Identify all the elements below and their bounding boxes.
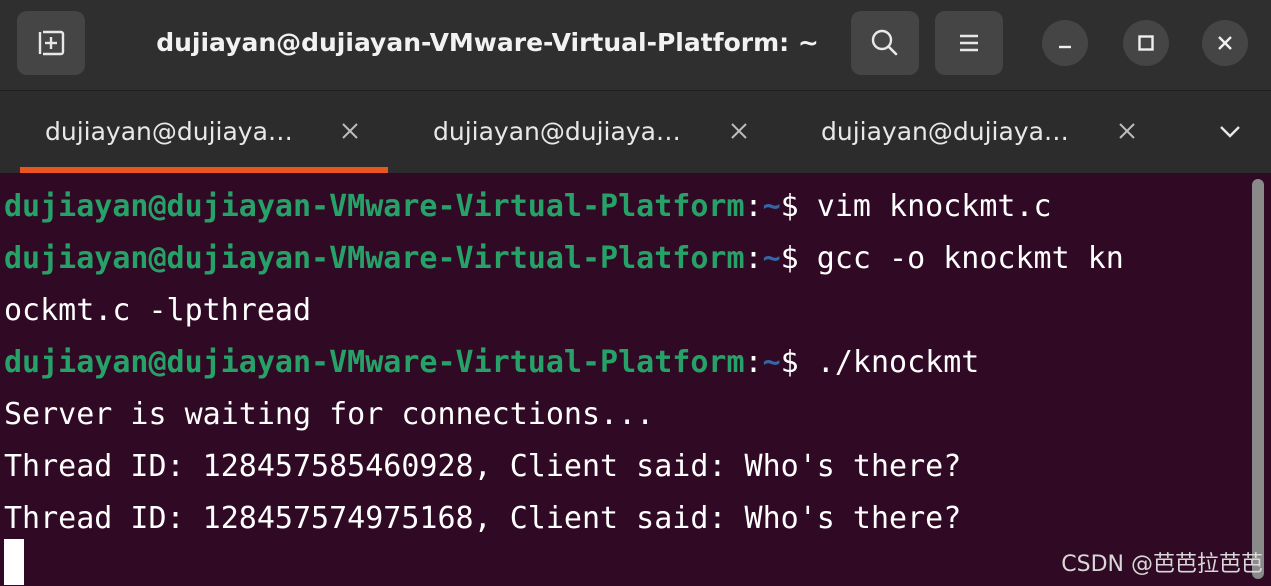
prompt-path: ~: [762, 241, 781, 276]
menu-button[interactable]: [935, 11, 1003, 75]
tab-close-icon[interactable]: [1115, 119, 1139, 143]
tab-close-icon[interactable]: [338, 119, 362, 143]
tab-close-icon[interactable]: [727, 119, 751, 143]
search-button[interactable]: [851, 11, 919, 75]
scrollbar[interactable]: [1252, 179, 1264, 579]
output-text: Server is waiting for connections...: [4, 397, 655, 432]
terminal-output[interactable]: dujiayan@dujiayan-VMware-Virtual-Platfor…: [0, 173, 1271, 586]
hamburger-menu-icon: [960, 34, 978, 52]
output-text: Thread ID: 128457574975168, Client said:…: [4, 501, 962, 536]
terminal-line: Thread ID: 128457585460928, Client said:…: [4, 441, 961, 493]
output-text: ockmt.c -lpthread: [4, 293, 312, 328]
prompt-user-host: dujiayan@dujiayan-VMware-Virtual-Platfor…: [4, 189, 745, 224]
terminal-line: dujiayan@dujiayan-VMware-Virtual-Platfor…: [4, 337, 979, 389]
prompt-colon: :: [744, 345, 763, 380]
minimize-button[interactable]: [1042, 20, 1088, 66]
command-text: $ gcc -o knockmt kn: [780, 241, 1124, 276]
close-icon: [1218, 36, 1232, 50]
search-icon: [871, 29, 898, 56]
new-tab-button[interactable]: [17, 11, 85, 75]
terminal-line: dujiayan@dujiayan-VMware-Virtual-Platfor…: [4, 181, 1052, 233]
tab-label: dujiayan@dujiaya…: [433, 117, 681, 146]
window-title: dujiayan@dujiayan-VMware-Virtual-Platfor…: [156, 28, 819, 57]
tab-3[interactable]: dujiayan@dujiaya…: [776, 91, 1164, 173]
close-button[interactable]: [1202, 20, 1248, 66]
terminal-line: dujiayan@dujiayan-VMware-Virtual-Platfor…: [4, 233, 1124, 285]
tab-label: dujiayan@dujiaya…: [821, 117, 1069, 146]
prompt-path: ~: [762, 189, 781, 224]
prompt-colon: :: [744, 241, 763, 276]
prompt-user-host: dujiayan@dujiayan-VMware-Virtual-Platfor…: [4, 241, 745, 276]
maximize-icon: [1138, 35, 1154, 51]
prompt-path: ~: [762, 345, 781, 380]
terminal-line: Thread ID: 128457574975168, Client said:…: [4, 493, 961, 545]
prompt-colon: :: [744, 189, 763, 224]
header-bar: dujiayan@dujiayan-VMware-Virtual-Platfor…: [0, 0, 1271, 91]
tab-bar: dujiayan@dujiaya… dujiayan@dujiaya… duji…: [0, 91, 1271, 173]
prompt-user-host: dujiayan@dujiayan-VMware-Virtual-Platfor…: [4, 345, 745, 380]
command-text: $ vim knockmt.c: [780, 189, 1052, 224]
minimize-icon: [1059, 45, 1071, 49]
command-text: $ ./knockmt: [780, 345, 980, 380]
chevron-down-icon[interactable]: [1210, 119, 1250, 145]
tab-2[interactable]: dujiayan@dujiaya…: [388, 91, 776, 173]
maximize-button[interactable]: [1123, 20, 1169, 66]
text-cursor: [4, 539, 24, 585]
watermark: CSDN @芭芭拉芭芭: [1061, 552, 1263, 577]
terminal-line: Server is waiting for connections...: [4, 389, 654, 441]
new-tab-icon: [38, 30, 65, 56]
terminal-window: dujiayan@dujiayan-VMware-Virtual-Platfor…: [0, 0, 1271, 586]
output-text: Thread ID: 128457585460928, Client said:…: [4, 449, 962, 484]
tab-1[interactable]: dujiayan@dujiaya…: [0, 91, 388, 173]
terminal-line: ockmt.c -lpthread: [4, 285, 311, 337]
tab-label: dujiayan@dujiaya…: [45, 117, 293, 146]
